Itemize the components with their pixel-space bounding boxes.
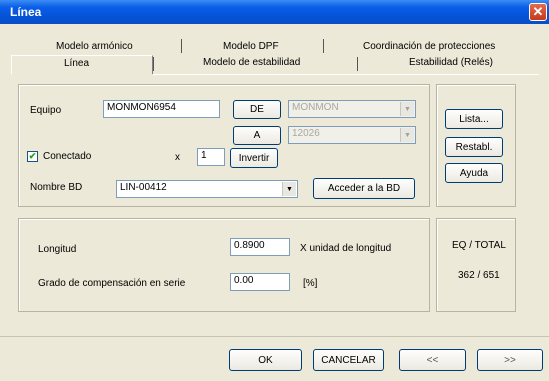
chevron-down-icon: ▼ <box>400 102 414 116</box>
de-select-value: MONMON <box>292 102 339 113</box>
footer-divider <box>0 336 549 337</box>
tab-modelo-dpf[interactable]: Modelo DPF <box>223 41 279 52</box>
tab-modelo-armonico[interactable]: Modelo armónico <box>56 41 133 52</box>
nombre-bd-value: LIN-00412 <box>120 182 167 193</box>
grado-compensacion-field[interactable]: 0.00 <box>230 273 290 291</box>
restabl-button[interactable]: Restabl. <box>445 137 503 157</box>
a-button[interactable]: A <box>233 126 281 145</box>
tab-panel-border <box>153 74 539 75</box>
conectado-label: Conectado <box>43 151 92 162</box>
chevron-down-icon: ▼ <box>282 182 296 196</box>
grado-compensacion-unit: [%] <box>303 278 318 289</box>
next-button[interactable]: >> <box>477 349 543 371</box>
close-button[interactable]: ✕ <box>529 3 547 21</box>
prev-button[interactable]: << <box>399 349 466 371</box>
a-select-value: 12026 <box>292 128 320 139</box>
de-select: MONMON ▼ <box>288 100 416 118</box>
window-title: Línea <box>10 5 42 19</box>
x-field[interactable]: 1 <box>197 148 225 166</box>
tab-separator <box>153 57 154 71</box>
tab-separator <box>323 39 324 53</box>
x-label: x <box>175 152 180 163</box>
tab-linea-active[interactable]: Línea <box>11 55 153 74</box>
eq-total-value: 362 / 651 <box>458 270 500 281</box>
close-icon: ✕ <box>532 4 544 19</box>
lista-button[interactable]: Lista... <box>445 109 503 129</box>
parameters-group <box>18 218 430 312</box>
a-select: 12026 ▼ <box>288 126 416 144</box>
chevron-down-icon: ▼ <box>400 128 414 142</box>
nombre-bd-label: Nombre BD <box>30 182 83 193</box>
nombre-bd-select[interactable]: LIN-00412 ▼ <box>116 180 298 198</box>
title-bar: Línea ✕ <box>0 0 549 24</box>
stats-group <box>436 218 516 312</box>
grado-compensacion-label: Grado de compensación en serie <box>38 278 186 289</box>
equipo-field[interactable]: MONMON6954 <box>103 100 220 118</box>
longitud-label: Longitud <box>38 244 77 255</box>
tab-modelo-estabilidad[interactable]: Modelo de estabilidad <box>203 57 300 68</box>
tab-separator <box>357 57 358 71</box>
longitud-field[interactable]: 0.8900 <box>230 238 290 256</box>
acceder-bd-button[interactable]: Acceder a la BD <box>313 178 415 199</box>
tab-estabilidad-reles[interactable]: Estabilidad (Relés) <box>409 57 493 68</box>
equipo-label: Equipo <box>30 105 62 116</box>
cancelar-button[interactable]: CANCELAR <box>313 349 384 371</box>
tab-coordinacion-protecciones[interactable]: Coordinación de protecciones <box>363 41 495 52</box>
de-button[interactable]: DE <box>233 100 281 119</box>
ok-button[interactable]: OK <box>229 349 302 371</box>
tab-linea-label: Línea <box>64 58 90 69</box>
tab-separator <box>181 39 182 53</box>
ayuda-button[interactable]: Ayuda <box>445 163 503 183</box>
tab-strip: Modelo armónico Modelo DPF Coordinación … <box>11 30 539 74</box>
invertir-button[interactable]: Invertir <box>230 148 278 168</box>
conectado-checkbox[interactable]: ✔ <box>27 151 38 162</box>
eq-total-label: EQ / TOTAL <box>452 240 506 251</box>
longitud-unit: X unidad de longitud <box>300 243 392 254</box>
